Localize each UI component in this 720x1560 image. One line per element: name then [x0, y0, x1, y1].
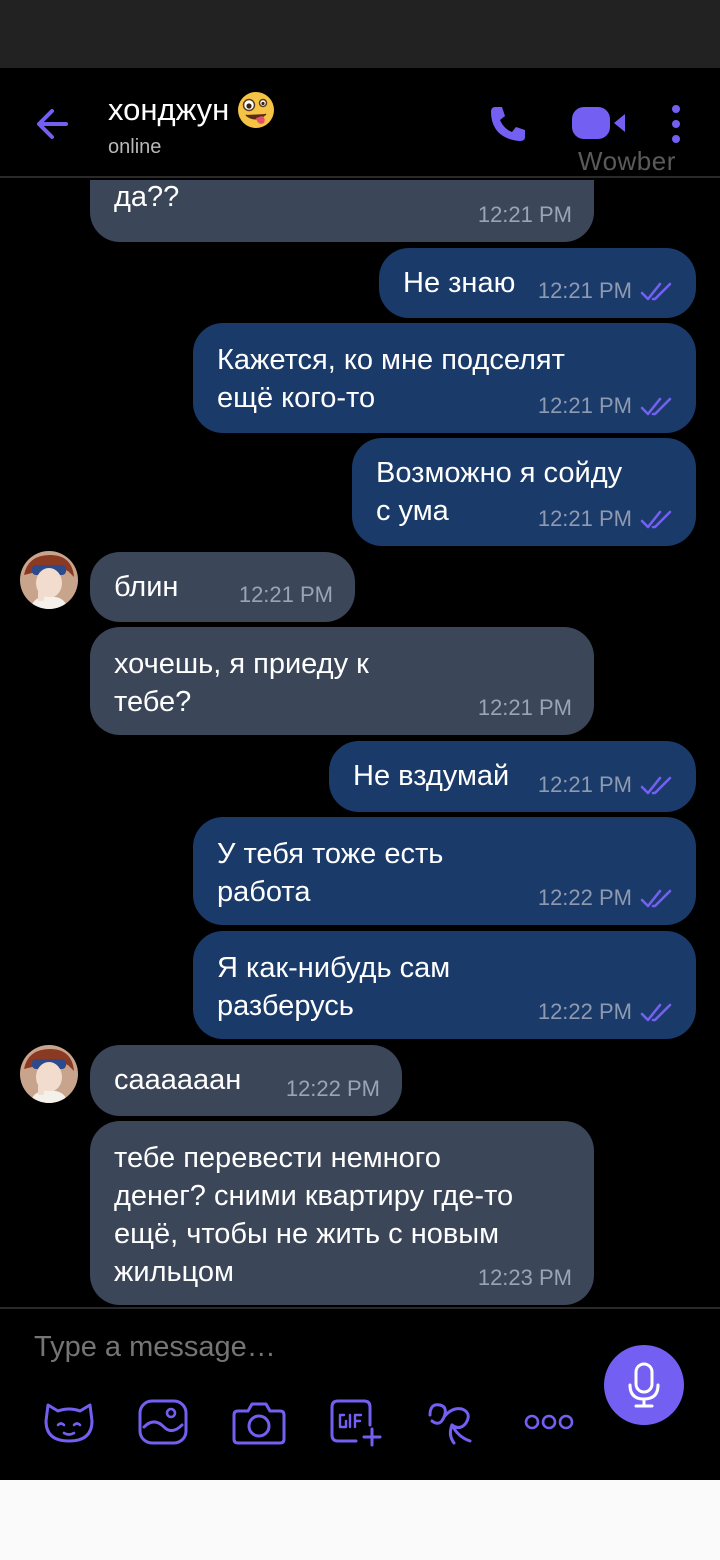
- message-meta: 12:21 PM: [538, 506, 674, 532]
- chat-header: хонджун online Wowber: [0, 68, 720, 178]
- status-bar: [0, 0, 720, 68]
- message-bubble-incoming[interactable]: хочешь, я приеду к тебе? 12:21 PM: [90, 627, 594, 735]
- message-time: 12:21 PM: [238, 582, 333, 607]
- more-horizontal-icon: [524, 1414, 574, 1430]
- double-check-icon: [640, 1003, 672, 1022]
- double-check-icon: [640, 397, 672, 416]
- message-bubble-incoming[interactable]: саааааан 12:22 PM: [90, 1045, 402, 1116]
- message-meta: 12:22 PM: [286, 1076, 380, 1102]
- more-vertical-icon: [672, 105, 680, 143]
- contact-name: хонджун: [108, 92, 230, 127]
- video-call-button[interactable]: [570, 104, 628, 142]
- message-time: 12:22 PM: [285, 1076, 380, 1101]
- message-list[interactable]: он же не обманул тебя, да?? 12:21 PM Не …: [0, 180, 720, 1307]
- message-meta: 12:21 PM: [478, 695, 572, 721]
- gif-button[interactable]: [326, 1397, 384, 1447]
- microphone-icon: [628, 1362, 660, 1408]
- message-time: 12:22 PM: [537, 999, 632, 1024]
- phone-icon: [491, 107, 525, 141]
- message-time: 12:21 PM: [537, 278, 632, 303]
- message-bubble-outgoing[interactable]: Возможно я сойду с ума 12:21 PM: [352, 438, 696, 546]
- doodle-button[interactable]: [422, 1397, 480, 1447]
- message-meta: 12:23 PM: [478, 1265, 572, 1291]
- more-tools-button[interactable]: [520, 1397, 578, 1447]
- double-check-icon: [640, 282, 672, 301]
- message-meta: 12:21 PM: [478, 202, 572, 228]
- gallery-button[interactable]: [134, 1397, 192, 1447]
- video-camera-icon: [572, 107, 625, 139]
- message-bubble-incoming[interactable]: он же не обманул тебя, да?? 12:21 PM: [90, 180, 594, 242]
- contact-status: online: [108, 136, 162, 158]
- message-bubble-incoming[interactable]: тебе перевести немного денег? сними квар…: [90, 1121, 594, 1305]
- message-bubble-outgoing[interactable]: У тебя тоже есть работа 12:22 PM: [193, 817, 696, 925]
- message-meta: 12:21 PM: [239, 582, 333, 608]
- call-button[interactable]: [486, 102, 530, 146]
- message-bubble-incoming[interactable]: блин 12:21 PM: [90, 552, 355, 622]
- watermark: Wowber: [578, 146, 676, 176]
- avatar-image: [20, 1045, 78, 1103]
- message-bubble-outgoing[interactable]: Я как-нибудь сам разберусь 12:22 PM: [193, 931, 696, 1039]
- voice-message-button[interactable]: [604, 1345, 684, 1425]
- gif-icon: [330, 1399, 382, 1447]
- sticker-button[interactable]: [40, 1397, 98, 1447]
- message-time: 12:21 PM: [537, 506, 632, 531]
- sticker-icon: [44, 1403, 94, 1443]
- message-time: 12:22 PM: [537, 885, 632, 910]
- camera-button[interactable]: [230, 1397, 288, 1447]
- back-button[interactable]: [30, 102, 78, 146]
- message-input[interactable]: [34, 1331, 574, 1364]
- contact-avatar[interactable]: [20, 1045, 78, 1103]
- zany-face-emoji-icon: [237, 92, 274, 128]
- message-time: 12:21 PM: [537, 393, 632, 418]
- more-options-button[interactable]: [664, 100, 688, 148]
- gallery-icon: [138, 1399, 188, 1445]
- camera-icon: [232, 1402, 286, 1445]
- doodle-icon: [428, 1403, 472, 1445]
- contact-avatar[interactable]: [20, 551, 78, 609]
- message-bubble-outgoing[interactable]: Не вздумай 12:21 PM: [329, 741, 696, 812]
- message-time: 12:21 PM: [477, 695, 572, 720]
- composer-bar: [0, 1307, 720, 1480]
- system-navigation-bar: [0, 1480, 720, 1560]
- message-time: 12:21 PM: [537, 772, 632, 797]
- message-meta: 12:22 PM: [538, 999, 674, 1025]
- message-meta: 12:21 PM: [538, 278, 674, 304]
- double-check-icon: [640, 510, 672, 529]
- message-meta: 12:21 PM: [538, 772, 674, 798]
- avatar-image: [20, 551, 78, 609]
- message-bubble-outgoing[interactable]: Кажется, ко мне подселят ещё кого-то 12:…: [193, 323, 696, 433]
- message-time: 12:21 PM: [477, 202, 572, 227]
- contact-title[interactable]: хонджун online: [108, 90, 276, 159]
- double-check-icon: [640, 776, 672, 795]
- message-bubble-outgoing[interactable]: Не знаю 12:21 PM: [379, 248, 696, 318]
- message-time: 12:23 PM: [477, 1265, 572, 1290]
- message-meta: 12:21 PM: [538, 393, 674, 419]
- double-check-icon: [640, 889, 672, 908]
- message-meta: 12:22 PM: [538, 885, 674, 911]
- arrow-left-icon: [37, 109, 68, 139]
